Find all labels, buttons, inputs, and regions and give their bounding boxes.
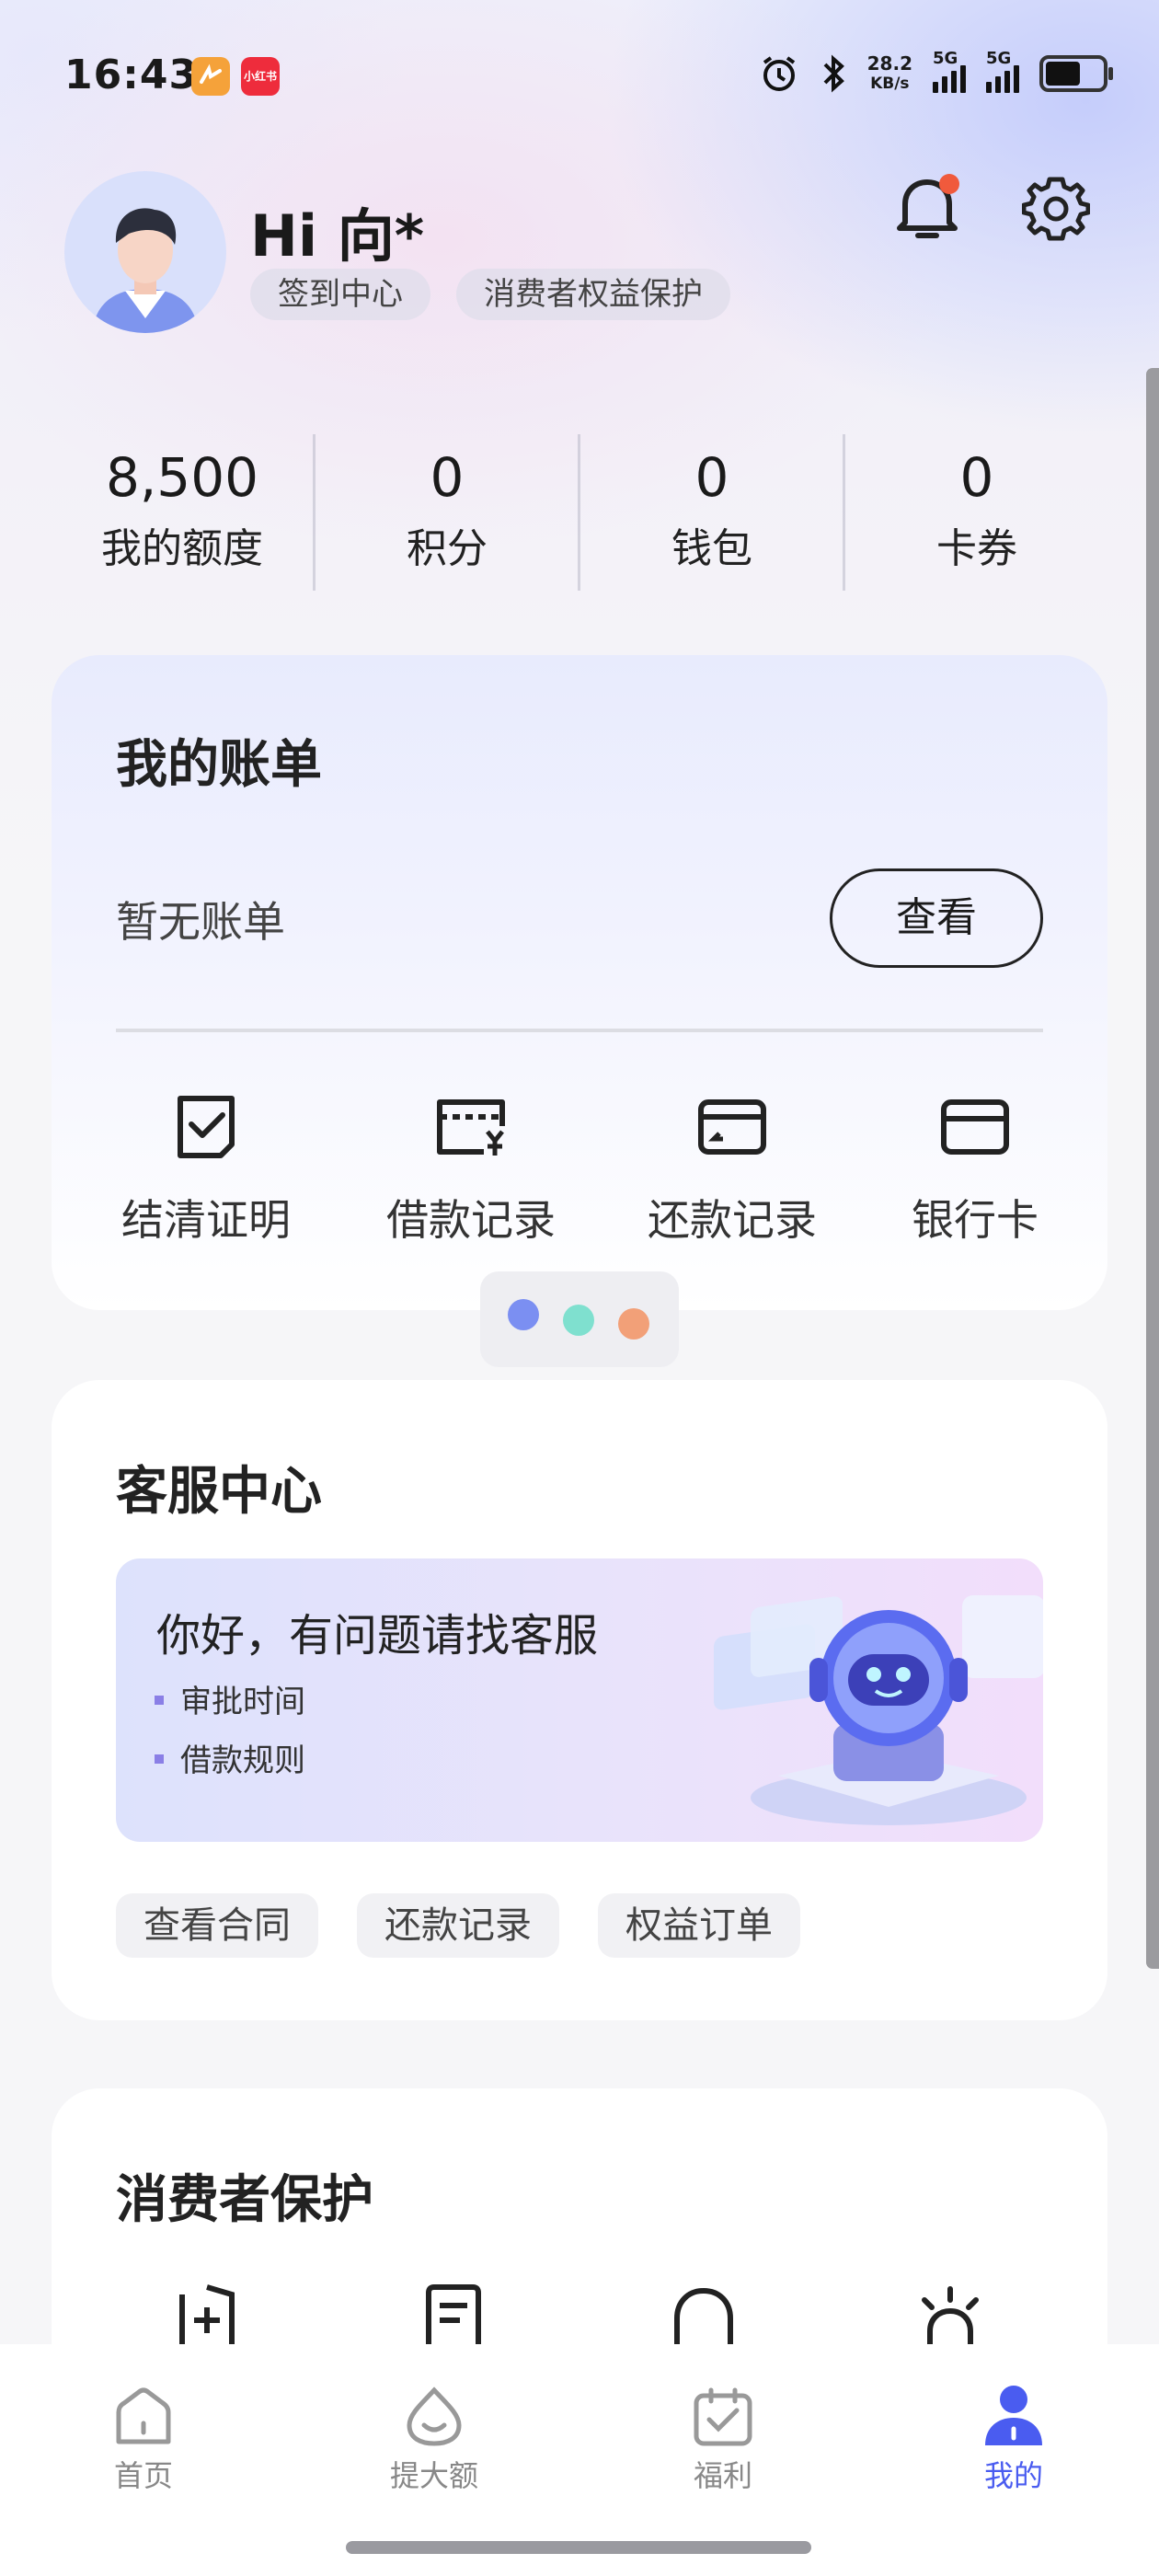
quick-link-label: 银行卡 <box>912 1195 1039 1245</box>
protection-item[interactable] <box>412 2282 495 2346</box>
robot-agent-illustration <box>714 1595 1043 1825</box>
bluetooth-icon <box>823 54 844 93</box>
light-icon <box>922 2286 979 2346</box>
net-speed: 28.2 KB/s <box>866 52 912 93</box>
quick-link-loan-records[interactable]: 借款记录 <box>361 1086 581 1248</box>
tab-increase-limit[interactable]: 提大额 <box>342 2374 526 2495</box>
stat-value: 0 <box>430 446 465 509</box>
gear-icon <box>1022 177 1090 241</box>
service-bullet[interactable]: 借款规则 <box>155 1735 305 1780</box>
tab-label: 首页 <box>113 2458 173 2493</box>
avatar[interactable] <box>64 171 226 333</box>
stat-wallet[interactable]: 0 钱包 <box>580 438 844 578</box>
stat-label: 卡券 <box>936 525 1017 572</box>
quick-link-label: 借款记录 <box>386 1195 556 1245</box>
carousel-dot <box>618 1308 649 1340</box>
notification-dot <box>939 174 959 194</box>
smile-icon <box>407 2386 462 2446</box>
app-notification-icon <box>191 57 230 96</box>
loan-record-icon <box>437 1099 505 1156</box>
bell-icon <box>674 2287 733 2346</box>
status-right: 28.2 KB/s 5G 5G <box>759 49 1113 94</box>
certificate-icon <box>178 1096 235 1158</box>
notification-button[interactable] <box>890 171 964 245</box>
stat-value: 8,500 <box>105 446 259 509</box>
tag-view-contract[interactable]: 查看合同 <box>116 1893 318 1958</box>
service-bullet[interactable]: 审批时间 <box>155 1676 305 1721</box>
bill-title: 我的账单 <box>116 735 322 795</box>
protection-item[interactable] <box>166 2282 248 2346</box>
quick-link-repay-records[interactable]: 还款记录 <box>622 1086 843 1248</box>
repay-record-icon <box>698 1099 766 1155</box>
service-title: 客服中心 <box>116 1462 322 1522</box>
tab-home[interactable]: 首页 <box>52 2374 235 2495</box>
bell-icon <box>897 174 959 238</box>
protection-item[interactable] <box>662 2282 745 2346</box>
settings-button[interactable] <box>1019 171 1093 245</box>
tab-label: 福利 <box>693 2458 752 2493</box>
bank-card-icon <box>941 1099 1009 1155</box>
home-icon <box>116 2387 171 2444</box>
stat-value: 0 <box>959 446 994 509</box>
scrollbar[interactable] <box>1146 368 1159 1969</box>
signal-icon: 5G <box>933 49 966 93</box>
stat-label: 钱包 <box>671 525 752 572</box>
quick-link-label: 还款记录 <box>648 1195 817 1245</box>
document-icon <box>426 2284 481 2346</box>
service-banner-title: 你好，有问题请找客服 <box>156 1610 599 1662</box>
greeting: Hi 向* <box>250 202 425 270</box>
signin-center-chip[interactable]: 签到中心 <box>250 269 430 320</box>
bill-empty-text: 暂无账单 <box>116 897 285 947</box>
home-indicator[interactable] <box>346 2541 811 2554</box>
stat-quota[interactable]: 8,500 我的额度 <box>50 438 315 578</box>
carousel-dot <box>563 1305 594 1336</box>
tag-repay-records[interactable]: 还款记录 <box>357 1893 559 1958</box>
quick-link-settlement-cert[interactable]: 结清证明 <box>96 1086 316 1248</box>
consumer-rights-chip[interactable]: 消费者权益保护 <box>456 269 730 320</box>
stat-points[interactable]: 0 积分 <box>315 438 580 578</box>
tab-label: 提大额 <box>389 2458 478 2493</box>
divider <box>116 1029 1043 1032</box>
stat-label: 积分 <box>407 525 488 572</box>
stat-coupons[interactable]: 0 卡券 <box>844 438 1109 578</box>
stat-value: 0 <box>694 446 729 509</box>
tag-rights-orders[interactable]: 权益订单 <box>598 1893 800 1958</box>
protection-title: 消费者保护 <box>116 2170 373 2230</box>
status-time: 16:43 <box>64 52 199 98</box>
carousel-dot <box>508 1299 539 1330</box>
user-icon <box>985 2386 1042 2445</box>
signal-icon-2: 5G <box>986 49 1019 93</box>
quick-link-label: 结清证明 <box>121 1195 291 1245</box>
xiaohongshu-icon: 小红书 <box>241 57 280 96</box>
stat-label: 我的额度 <box>101 525 263 572</box>
tab-label: 我的 <box>983 2458 1043 2493</box>
tab-benefits[interactable]: 福利 <box>631 2374 815 2495</box>
view-bill-button[interactable]: 查看 <box>830 868 1043 968</box>
protection-item[interactable] <box>909 2282 992 2346</box>
carousel-indicator[interactable] <box>480 1271 679 1367</box>
calendar-check-icon <box>694 2387 752 2446</box>
battery-icon <box>1039 55 1113 92</box>
quick-link-bank-card[interactable]: 银行卡 <box>865 1086 1085 1248</box>
shield-plus-icon <box>179 2284 235 2346</box>
alarm-icon <box>763 56 795 91</box>
tab-mine[interactable]: 我的 <box>922 2374 1106 2495</box>
